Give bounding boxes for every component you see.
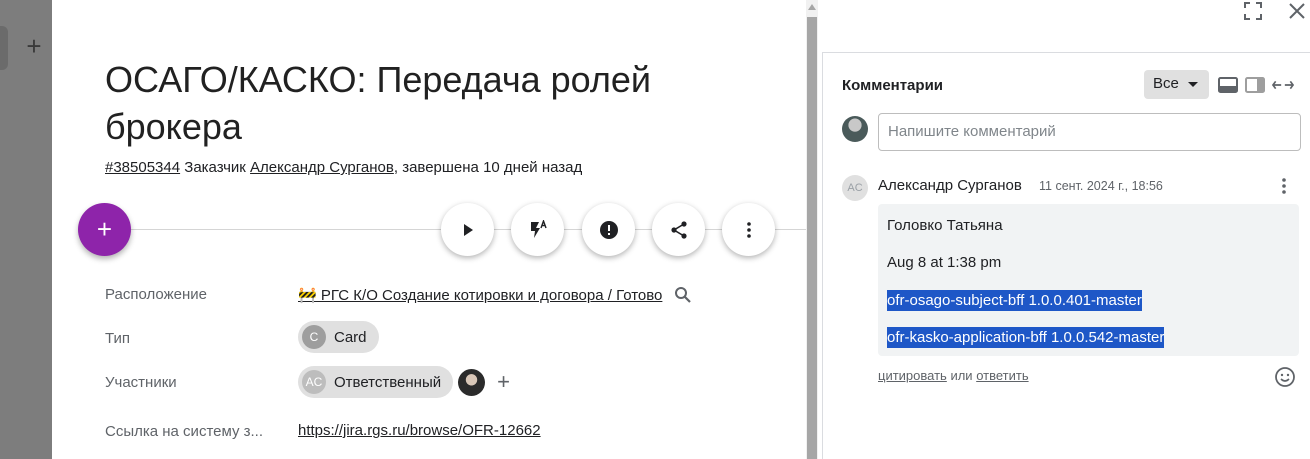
scroll-up-icon[interactable] bbox=[808, 4, 816, 10]
type-chip-label: Card bbox=[334, 328, 367, 346]
scrollbar-thumb[interactable] bbox=[807, 17, 817, 459]
add-button[interactable]: + bbox=[78, 203, 131, 256]
comment-actions: цитировать или ответить bbox=[878, 368, 1029, 383]
type-avatar: C bbox=[302, 325, 326, 349]
play-button[interactable] bbox=[441, 203, 494, 256]
members-value: AC Ответственный + bbox=[298, 366, 510, 398]
link-value: https://jira.rgs.ru/browse/OFR-12662 bbox=[298, 422, 541, 439]
or-text: или bbox=[950, 368, 973, 383]
comment-more-icon[interactable] bbox=[1279, 177, 1289, 195]
flash-auto-icon bbox=[530, 219, 547, 238]
current-user-avatar bbox=[842, 116, 868, 142]
arrows-horizontal-icon[interactable] bbox=[1272, 76, 1294, 94]
plus-icon: + bbox=[96, 214, 113, 244]
comment-line-selected: ofr-osago-subject-bff 1.0.0.401-master bbox=[887, 290, 1142, 311]
customer-link[interactable]: Александр Сурганов bbox=[250, 159, 394, 176]
alert-button[interactable] bbox=[582, 203, 635, 256]
search-icon[interactable] bbox=[673, 285, 693, 305]
jira-link[interactable]: https://jira.rgs.ru/browse/OFR-12662 bbox=[298, 422, 541, 439]
card-title[interactable]: ОСАГО/КАСКО: Передача ролей брокера bbox=[105, 56, 745, 150]
comments-filter-select[interactable]: Все bbox=[1144, 70, 1209, 99]
type-label: Тип bbox=[105, 330, 131, 347]
type-chip[interactable]: C Card bbox=[298, 321, 379, 353]
share-icon bbox=[670, 220, 687, 239]
card-id-link[interactable]: #38505344 bbox=[105, 159, 180, 176]
layout-side-icon[interactable] bbox=[1244, 76, 1266, 94]
card-status: , завершена 10 дней назад bbox=[393, 159, 583, 176]
member-chip[interactable]: AC Ответственный bbox=[298, 366, 454, 398]
link-label: Ссылка на систему з... bbox=[105, 423, 264, 440]
card-dialog: ОСАГО/КАСКО: Передача ролей брокера #385… bbox=[52, 0, 812, 459]
member-avatar: AC bbox=[302, 370, 326, 394]
comment-author[interactable]: Александр Сурганов bbox=[878, 177, 1022, 194]
share-button[interactable] bbox=[652, 203, 705, 256]
selected-text: ofr-kasko-application-bff 1.0.0.542-mast… bbox=[887, 327, 1165, 348]
comment-input[interactable]: Напишите комментарий bbox=[878, 113, 1301, 151]
member-role: Ответственный bbox=[334, 373, 442, 391]
filter-value: Все bbox=[1153, 75, 1179, 92]
quote-link[interactable]: цитировать bbox=[878, 368, 947, 383]
selected-text: ofr-osago-subject-bff 1.0.0.401-master bbox=[887, 290, 1142, 311]
close-icon[interactable] bbox=[1288, 2, 1306, 20]
comment-line: Aug 8 at 1:38 pm bbox=[887, 254, 1002, 271]
comment-line: Головко Татьяна bbox=[887, 217, 1003, 234]
customer-label: Заказчик bbox=[184, 159, 246, 176]
background-tab bbox=[0, 26, 8, 70]
card-meta: #38505344 Заказчик Александр Сурганов, з… bbox=[105, 159, 582, 176]
plus-icon: + bbox=[26, 31, 42, 61]
alert-icon bbox=[599, 220, 618, 239]
comment-date: 11 сент. 2024 г., 18:56 bbox=[1039, 179, 1163, 193]
comment-line-selected: ofr-kasko-application-bff 1.0.0.542-mast… bbox=[887, 327, 1165, 348]
more-vert-icon bbox=[746, 221, 751, 238]
comments-title: Комментарии bbox=[842, 77, 944, 94]
add-member-icon[interactable]: + bbox=[497, 371, 510, 393]
comment-author-avatar: AC bbox=[842, 175, 868, 201]
chevron-down-icon bbox=[1188, 82, 1198, 87]
type-value: C Card bbox=[298, 321, 379, 353]
member-photo-avatar[interactable] bbox=[458, 368, 486, 396]
background-app: + bbox=[0, 0, 52, 459]
location-label: Расположение bbox=[105, 286, 207, 303]
comment-body: Головко Татьяна Aug 8 at 1:38 pm ofr-osa… bbox=[878, 204, 1299, 356]
members-label: Участники bbox=[105, 374, 177, 391]
fullscreen-icon[interactable] bbox=[1244, 2, 1262, 20]
flash-auto-button[interactable] bbox=[511, 203, 564, 256]
play-icon bbox=[463, 223, 473, 236]
reply-link[interactable]: ответить bbox=[976, 368, 1028, 383]
emoji-icon[interactable] bbox=[1274, 366, 1296, 388]
more-button[interactable] bbox=[722, 203, 775, 256]
scrollbar[interactable] bbox=[806, 0, 818, 459]
location-value: 🚧 РГС К/О Создание котировки и договора … bbox=[298, 285, 693, 305]
location-link[interactable]: 🚧 РГС К/О Создание котировки и договора … bbox=[298, 287, 662, 304]
layout-bottom-icon[interactable] bbox=[1217, 76, 1239, 94]
comments-panel: Комментарии Все Напишите комментарий AC … bbox=[822, 52, 1310, 459]
